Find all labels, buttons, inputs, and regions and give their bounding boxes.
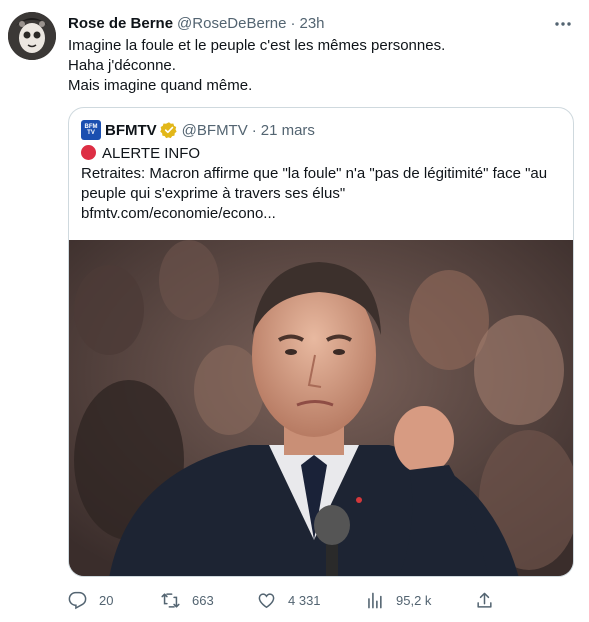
- red-circle-icon: [81, 145, 96, 160]
- quote-time: 21 mars: [260, 121, 315, 139]
- quote-line: peuple qui s'exprime à travers ses élus": [81, 185, 346, 202]
- views-button[interactable]: 95,2 k: [365, 588, 431, 612]
- tweet[interactable]: Rose de Berne @RoseDeBerne · 23h Imagine…: [0, 0, 589, 622]
- view-count: 95,2 k: [396, 592, 432, 608]
- action-bar: 20 663 4 331 95,2 k: [68, 588, 508, 612]
- like-button[interactable]: 4 331: [257, 588, 321, 612]
- quote-photo[interactable]: [69, 240, 573, 576]
- separator: ·: [290, 14, 296, 32]
- tweet-header: Rose de Berne @RoseDeBerne · 23h: [68, 13, 549, 33]
- verified-icon: [159, 121, 178, 139]
- quote-author-name: BFMTV: [105, 121, 157, 139]
- reply-icon: [68, 591, 87, 609]
- alert-line: ALERTE INFO: [81, 144, 567, 164]
- alert-label: ALERTE INFO: [102, 145, 201, 162]
- more-icon[interactable]: [551, 12, 575, 36]
- author-name[interactable]: Rose de Berne: [68, 15, 173, 32]
- tweet-time[interactable]: 23h: [300, 15, 325, 32]
- share-button[interactable]: [475, 588, 494, 612]
- bfmtv-logo: BFM TV: [81, 120, 101, 140]
- author-handle[interactable]: @RoseDeBerne: [177, 15, 286, 32]
- like-icon: [258, 592, 275, 608]
- retweet-count: 663: [192, 592, 214, 608]
- reply-button[interactable]: 20: [68, 588, 113, 612]
- like-count: 4 331: [288, 592, 321, 608]
- quote-link[interactable]: bfmtv.com/economie/econo...: [81, 204, 567, 224]
- tweet-line: Mais imagine quand même.: [68, 77, 253, 94]
- tweet-line: Imagine la foule et le peuple c'est les …: [68, 37, 446, 54]
- tweet-text: Imagine la foule et le peuple c'est les …: [68, 36, 568, 96]
- quote-line: Retraites: Macron affirme que "la foule"…: [81, 165, 548, 182]
- separator: ·: [251, 121, 257, 139]
- reply-count: 20: [99, 592, 114, 608]
- quote-author-handle: @BFMTV: [181, 121, 248, 139]
- tweet-line: Haha j'déconne.: [68, 57, 176, 74]
- retweet-icon: [161, 592, 180, 608]
- quote-text: ALERTE INFO Retraites: Macron affirme qu…: [81, 144, 567, 224]
- quoted-tweet[interactable]: BFM TV BFMTV @BFMTV · 21 mars ALERTE INFO…: [68, 107, 574, 577]
- share-icon: [477, 592, 492, 608]
- avatar[interactable]: [8, 12, 56, 60]
- quote-header: BFM TV BFMTV @BFMTV · 21 mars: [81, 120, 315, 140]
- retweet-button[interactable]: 663: [161, 588, 214, 612]
- views-icon: [368, 592, 382, 608]
